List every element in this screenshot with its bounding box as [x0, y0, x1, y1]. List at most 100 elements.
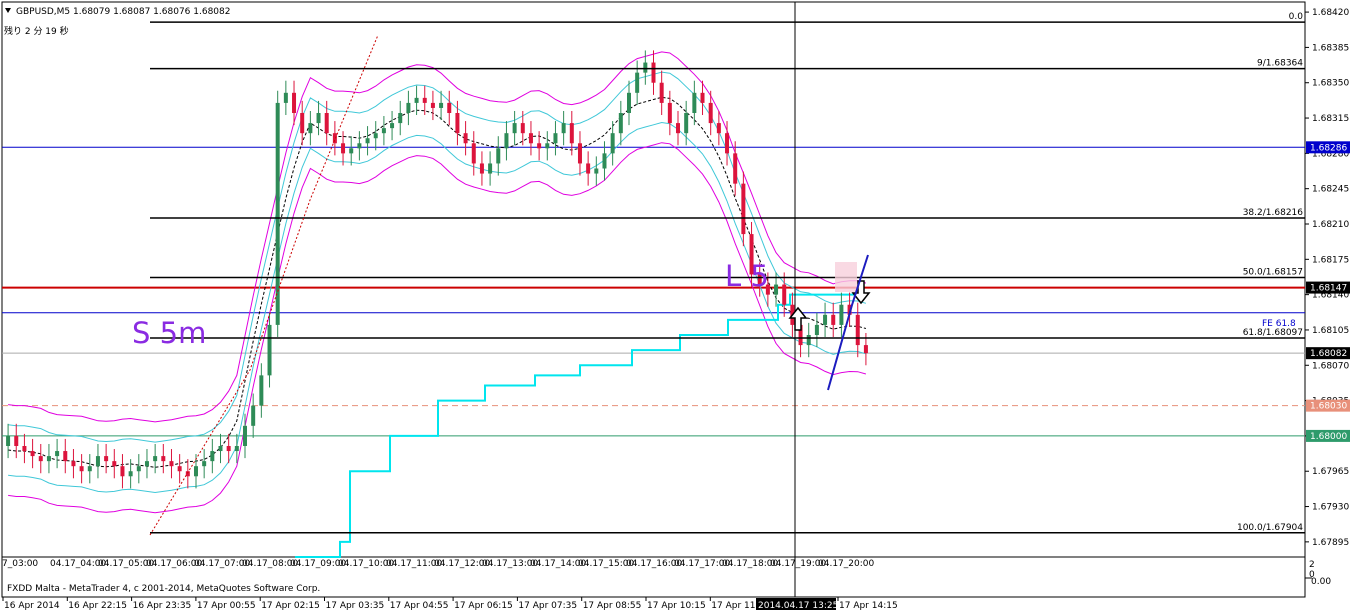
- x-tick-label: 16 Apr 23:35: [133, 601, 192, 611]
- candle-body: [684, 113, 689, 134]
- candle-body: [357, 143, 362, 149]
- candle-body: [422, 97, 427, 103]
- candle-body: [14, 435, 19, 446]
- candle-body: [610, 133, 615, 154]
- candle-body: [136, 466, 141, 472]
- candle-body: [439, 102, 444, 108]
- candle-body: [300, 113, 305, 134]
- candle-body: [814, 324, 819, 335]
- candle-body: [341, 143, 346, 154]
- candle-body: [259, 375, 264, 406]
- candle-body: [651, 62, 656, 83]
- candle-body: [63, 451, 68, 462]
- x-tick-label: 17 Apr 08:55: [583, 601, 642, 611]
- candle-body: [79, 466, 84, 472]
- fib-label-4: 61.8/1.68097: [1243, 328, 1303, 338]
- candle-body: [406, 102, 411, 113]
- candle-body: [855, 314, 860, 346]
- candle-body: [504, 133, 509, 149]
- x-tick-label: 16 Apr 2014: [4, 601, 60, 611]
- candle-body: [218, 446, 223, 452]
- x-tick-label: 17 Apr 04:55: [390, 601, 449, 611]
- sub-axis-zero: 0.00: [1311, 577, 1331, 587]
- candle-body: [38, 456, 43, 462]
- x-small-tick-label: 7_03:00: [2, 559, 38, 569]
- candle-body: [169, 461, 174, 467]
- candle-body: [496, 148, 501, 164]
- candle-body: [251, 405, 256, 426]
- price-tag-label: 1.68286: [1310, 143, 1347, 153]
- candle-body: [577, 143, 582, 164]
- candle-body: [128, 471, 133, 477]
- candle-body: [226, 446, 231, 452]
- price-tag-label: 1.68082: [1310, 349, 1347, 359]
- candle-body: [741, 183, 746, 235]
- candle-body: [569, 123, 574, 144]
- candle-body: [733, 153, 738, 184]
- candle-body: [95, 456, 100, 467]
- candle-body: [267, 324, 272, 376]
- candle-body: [349, 148, 354, 154]
- candle-body: [700, 92, 705, 103]
- x-tick-label: 17 Apr 03:35: [326, 601, 385, 611]
- y-tick-label: 1.68350: [1312, 79, 1349, 89]
- candle-body: [618, 113, 623, 134]
- countdown-timer: 残り 2 分 19 秒: [4, 25, 69, 37]
- candle-body: [626, 92, 631, 113]
- candle-body: [806, 335, 811, 346]
- y-tick-label: 1.67895: [1312, 538, 1349, 548]
- candle-body: [153, 456, 158, 462]
- x-tick-label: 16 Apr 22:15: [68, 601, 127, 611]
- candle-body: [602, 153, 607, 169]
- fib-label-2: 38.2/1.68216: [1243, 208, 1304, 218]
- y-axis: 1.684201.683851.683501.683151.682801.682…: [1305, 8, 1349, 548]
- candle-body: [537, 143, 542, 149]
- y-tick-label: 1.68105: [1312, 326, 1349, 336]
- candle-body: [87, 466, 92, 472]
- candle-body: [71, 461, 76, 467]
- candle-body: [398, 113, 403, 124]
- candle-body: [120, 466, 125, 477]
- candle-body: [725, 133, 730, 154]
- candle-body: [488, 163, 493, 174]
- candle-body: [447, 102, 452, 113]
- candle-body: [782, 284, 787, 305]
- candle-body: [463, 133, 468, 144]
- candle-body: [234, 446, 239, 452]
- candle-body: [553, 133, 558, 144]
- x-tick-label: 17 Apr 06:15: [454, 601, 513, 611]
- copyright-text: FXDD Malta - MetaTrader 4, c 2001-2014, …: [7, 584, 320, 594]
- fib-label-3: 50.0/1.68157: [1243, 267, 1303, 277]
- candle-body: [839, 304, 844, 325]
- x-tick-label: 17 Apr 10:15: [647, 601, 706, 611]
- candle-body: [716, 123, 721, 134]
- x-tick-label: 17 Apr 14:15: [839, 601, 898, 611]
- candle-body: [774, 284, 779, 295]
- candle-body: [594, 168, 599, 174]
- candle-body: [283, 92, 288, 103]
- candle-body: [430, 102, 435, 108]
- candle-body: [144, 461, 149, 467]
- price-chart[interactable]: 0.0 9/1.68364 38.2/1.68216 50.0/1.68157 61.8…: [0, 0, 1350, 613]
- candle-body: [177, 466, 182, 472]
- candle-body: [6, 435, 11, 446]
- x-small-tick-label: 04.17_20:00: [818, 559, 874, 569]
- fib-label-5: 100.0/1.67904: [1237, 523, 1303, 533]
- y-tick-label: 1.68245: [1312, 185, 1349, 195]
- candle-body: [373, 133, 378, 139]
- x-tick-label: 17 Apr 02:15: [261, 601, 320, 611]
- x-tick-label: 17 Apr 00:55: [197, 601, 256, 611]
- y-tick-label: 1.67965: [1312, 467, 1349, 477]
- price-tag-label: 1.68147: [1310, 284, 1347, 294]
- y-tick-label: 1.68420: [1312, 8, 1349, 18]
- candle-body: [635, 72, 640, 93]
- candle-body: [520, 123, 525, 134]
- candle-body: [455, 113, 460, 134]
- crosshair-time-label: 2014.04.17 13:25: [758, 601, 838, 611]
- candle-body: [104, 456, 109, 462]
- y-tick-label: 1.67930: [1312, 503, 1349, 513]
- candle-body: [708, 102, 713, 124]
- x-tick-label: 17 Apr 07:35: [518, 601, 577, 611]
- candle-body: [667, 102, 672, 124]
- candle-body: [55, 451, 60, 457]
